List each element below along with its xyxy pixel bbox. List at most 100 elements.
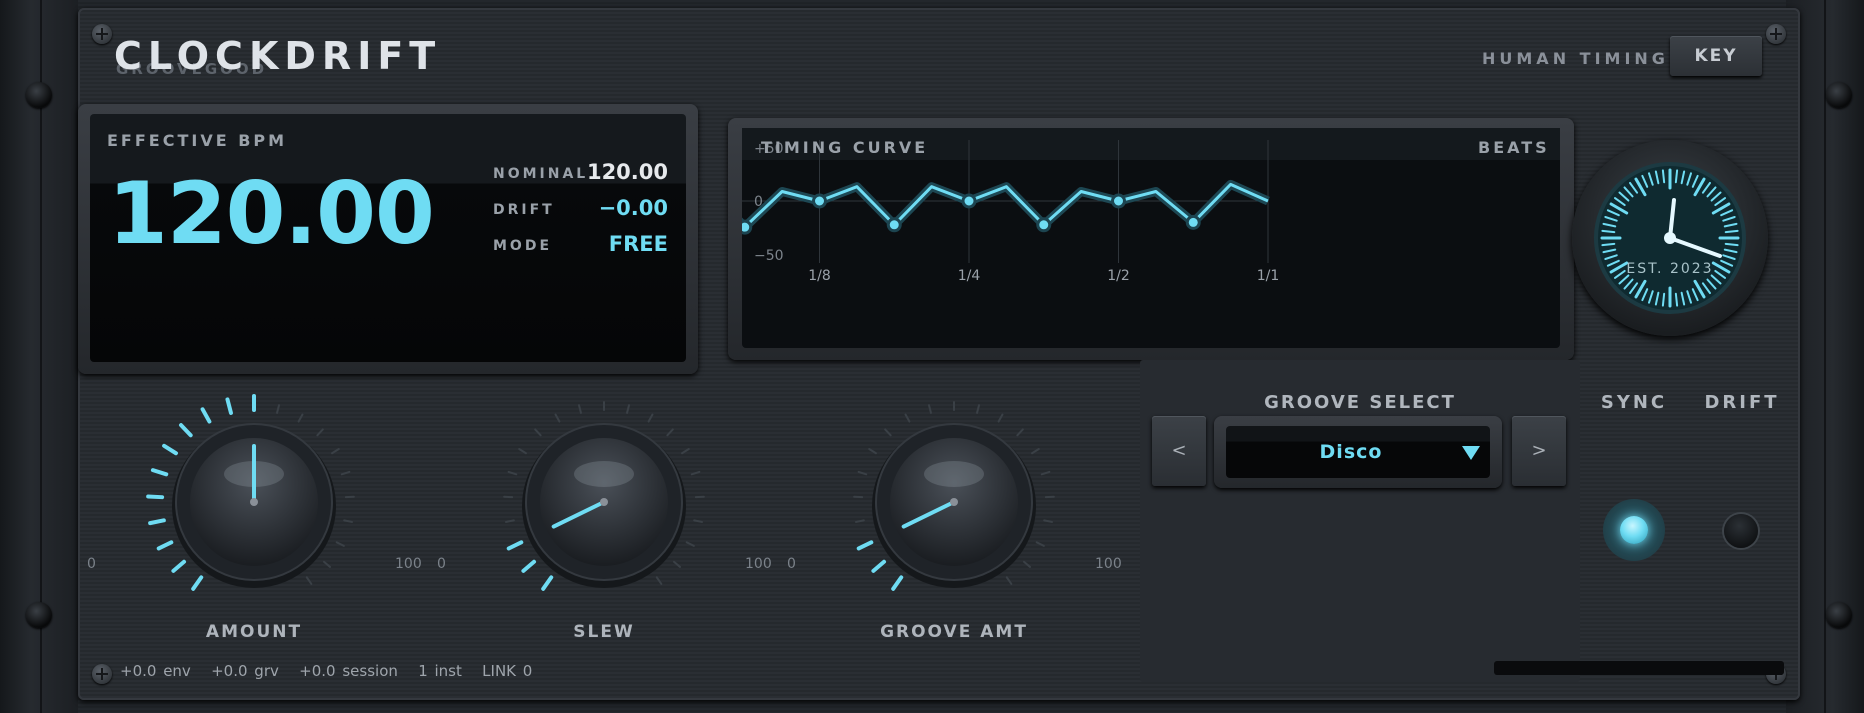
timing-curve-unit: BEATS (1478, 138, 1550, 157)
knob-tick (647, 413, 654, 423)
clock-center (1664, 232, 1676, 244)
knob-tick (171, 559, 187, 573)
knob-tick (335, 541, 345, 547)
dropdown-caret-icon[interactable] (1462, 446, 1480, 460)
groove-amt-label: GROOVE AMT (880, 622, 1028, 642)
knob-tick (541, 575, 554, 591)
knob-tick (857, 470, 868, 476)
bpm-label: EFFECTIVE BPM (107, 131, 288, 150)
clock-tick (1724, 242, 1739, 247)
knob-center-dot (600, 498, 608, 506)
stat-drift-label: DRIFT (493, 202, 555, 218)
knob-tick (305, 576, 313, 585)
knob-tick (505, 519, 515, 523)
knob-tick (927, 404, 932, 414)
knob-tick (871, 559, 887, 573)
drift-label: DRIFT (1704, 392, 1780, 413)
knob-tick (322, 560, 332, 568)
knob-tick (297, 413, 304, 423)
knob-highlight (924, 461, 984, 487)
clock-icon: EST. 2023 (1594, 162, 1746, 314)
drift-toggle[interactable] (1724, 514, 1758, 548)
bpm-value: 120.00 (108, 164, 435, 264)
curve-point (1185, 214, 1201, 230)
rack-hole (1826, 602, 1852, 628)
knob-center-dot (250, 498, 258, 506)
clock-tick (1601, 242, 1616, 247)
groove-select-value[interactable]: Disco (1226, 426, 1476, 478)
amount-knob[interactable] (134, 390, 374, 610)
knob-tick (554, 413, 561, 423)
stat-mode-label: MODE (493, 238, 553, 254)
level-meter (1494, 661, 1784, 675)
knob-tick (690, 470, 701, 476)
knob-tick (331, 448, 340, 455)
clock-tick (1674, 292, 1679, 307)
tagline: HUMAN TIMING M (1482, 49, 1682, 68)
knob-tick (148, 518, 166, 526)
knob-tick (343, 519, 353, 523)
knob-tick (681, 448, 690, 455)
knob-tick (626, 404, 631, 414)
knob-tick (685, 541, 695, 547)
knob-tick (855, 519, 865, 523)
screw-icon (92, 664, 112, 684)
groove-amount-knob[interactable] (834, 390, 1074, 610)
clock-tick (1724, 229, 1739, 234)
timing-curve-graph[interactable]: +500−501/161/81/41/21/1 (742, 128, 1560, 348)
stat-nominal-value: 120.00 (586, 160, 668, 184)
stat-drift-value: −0.00 (598, 196, 668, 220)
knob-tick (1043, 519, 1053, 523)
knob-tick (179, 423, 193, 438)
knob-tick (672, 560, 682, 568)
sync-label: SYNC (1600, 392, 1668, 413)
curve-point (1111, 193, 1126, 209)
groove-next-button[interactable]: > (1512, 416, 1566, 486)
knob-tick (225, 397, 233, 415)
knob-tick (577, 404, 582, 414)
amount-max-label: 100 (395, 556, 422, 572)
knob-tick (904, 413, 911, 423)
knob-tick (1040, 470, 1051, 476)
knob-tick (518, 448, 527, 455)
groove-prev-button[interactable]: < (1152, 416, 1206, 486)
screw-icon (92, 24, 112, 44)
knob-tick (856, 540, 874, 551)
curve-point (812, 193, 827, 209)
knob-tick (162, 443, 178, 456)
groove-amt-min-label: 0 (787, 556, 796, 572)
sync-led-icon[interactable] (1620, 516, 1648, 544)
knob-tick (534, 428, 542, 437)
knob-tick (340, 470, 351, 476)
knob-tick (1016, 428, 1024, 437)
knob-tick (191, 575, 204, 591)
curve-point (742, 219, 753, 235)
knob-tick (868, 448, 877, 455)
knob-tick (1005, 576, 1013, 585)
key-button[interactable]: KEY (1670, 36, 1762, 76)
rail-divider (1824, 0, 1826, 713)
slew-label: SLEW (573, 622, 635, 642)
curve-point (886, 217, 902, 233)
knob-tick (666, 428, 674, 437)
knob-tick (976, 404, 981, 414)
knob-tick (884, 428, 892, 437)
knob-tick (507, 470, 518, 476)
stat-mode-value: FREE (608, 232, 668, 256)
slew-knob[interactable] (484, 390, 724, 610)
clock-label: EST. 2023 (1626, 261, 1713, 277)
knob-tick (997, 413, 1004, 423)
groove-amt-max-label: 100 (1095, 556, 1122, 572)
stat-nominal-label: NOMINAL (493, 166, 589, 182)
groove-select-label: GROOVE SELECT (1264, 392, 1456, 413)
curve-plot-area (742, 160, 1560, 310)
clock-tick (1661, 169, 1666, 184)
amount-min-label: 0 (87, 556, 96, 572)
knob-tick (276, 404, 281, 414)
clock-tick (1661, 292, 1666, 307)
slew-max-label: 100 (745, 556, 772, 572)
screw-icon (1766, 24, 1786, 44)
curve-x-tick-label: 1/4 (958, 268, 981, 284)
rack-hole (1826, 82, 1852, 108)
curve-x-tick-label: 1/1 (1257, 268, 1280, 284)
